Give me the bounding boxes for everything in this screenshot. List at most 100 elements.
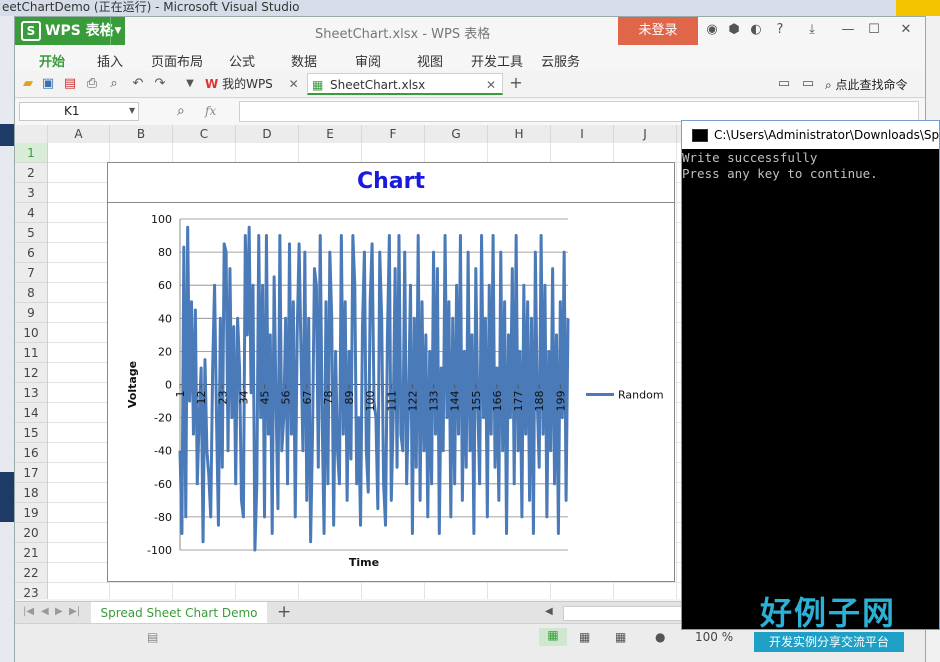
- save-icon[interactable]: ▣: [41, 77, 55, 91]
- row-header-cell[interactable]: 6: [15, 243, 47, 263]
- fx-icon[interactable]: fx: [205, 104, 216, 118]
- last-sheet-icon[interactable]: ▶|: [69, 606, 80, 617]
- page-layout-view-icon[interactable]: ▦: [579, 630, 590, 644]
- column-header-cell[interactable]: I: [551, 125, 614, 143]
- ribbon-menu: 开始 插入 页面布局 公式 数据 审阅 视图 开发工具 云服务: [15, 45, 925, 71]
- tab-sheetchart-label: SheetChart.xlsx: [330, 78, 426, 92]
- new-tab-plus-icon[interactable]: +: [509, 75, 523, 91]
- hexagon-icon[interactable]: ⬢: [727, 23, 741, 37]
- menu-developer[interactable]: 开发工具: [471, 51, 523, 70]
- menu-review[interactable]: 审阅: [355, 51, 381, 70]
- console-line: Press any key to continue.: [682, 166, 878, 181]
- tab-sheetchart[interactable]: ▦ SheetChart.xlsx ✕: [307, 73, 503, 95]
- select-all-corner[interactable]: [15, 125, 48, 143]
- row-header-cell[interactable]: 1: [15, 143, 47, 163]
- menu-page-layout[interactable]: 页面布局: [151, 51, 203, 70]
- next-sheet-icon[interactable]: ▶: [55, 606, 63, 617]
- row-header-cell[interactable]: 2: [15, 163, 47, 183]
- x-tick-label: 188: [533, 391, 546, 412]
- name-box-chevron-icon[interactable]: ▼: [129, 106, 135, 115]
- chart-frame[interactable]: -100 -80 -60 -40 -20 0 20 40 60 80 100 1 12 23 34 45 56 6…: [107, 162, 675, 582]
- skin-icon[interactable]: ◉: [705, 23, 719, 37]
- reading-mode-icon[interactable]: ●: [655, 630, 665, 644]
- zoom-search-icon[interactable]: ⌕: [177, 103, 185, 119]
- comment-icon[interactable]: ▭: [801, 77, 815, 91]
- print-preview-icon[interactable]: ⌕: [107, 77, 121, 91]
- page-break-view-icon[interactable]: ▦: [615, 630, 626, 644]
- column-header-cell[interactable]: D: [236, 125, 299, 143]
- vs-notification-corner[interactable]: [896, 0, 940, 16]
- row-header-cell[interactable]: 17: [15, 463, 47, 483]
- undo-icon[interactable]: ↶: [131, 77, 145, 91]
- row-header-cell[interactable]: 23: [15, 583, 47, 603]
- row-header-cell[interactable]: 9: [15, 303, 47, 323]
- close-icon[interactable]: ✕: [899, 23, 913, 37]
- customize-chevron-icon[interactable]: ▼: [183, 77, 197, 91]
- redo-icon[interactable]: ↷: [153, 77, 167, 91]
- formula-input[interactable]: [239, 101, 919, 122]
- column-header-cell[interactable]: A: [48, 125, 110, 143]
- row-header-cell[interactable]: 4: [15, 203, 47, 223]
- row-header-cell[interactable]: 15: [15, 423, 47, 443]
- tab-my-wps[interactable]: W 我的WPS ✕: [205, 73, 299, 95]
- column-header-cell[interactable]: J: [614, 125, 677, 143]
- column-header-cell[interactable]: B: [110, 125, 173, 143]
- help-icon[interactable]: ?: [773, 23, 787, 37]
- column-header-cell[interactable]: F: [362, 125, 425, 143]
- sheet-tab[interactable]: Spread Sheet Chart Demo: [91, 602, 267, 624]
- row-header-cell[interactable]: 10: [15, 323, 47, 343]
- row-header-cell[interactable]: 7: [15, 263, 47, 283]
- row-header-cell[interactable]: 11: [15, 343, 47, 363]
- menu-cloud[interactable]: 云服务: [541, 51, 580, 70]
- line-chart[interactable]: -100 -80 -60 -40 -20 0 20 40 60 80 100 1 12 23 34 45 56 6…: [108, 163, 674, 581]
- row-header-cell[interactable]: 8: [15, 283, 47, 303]
- column-header-cell[interactable]: E: [299, 125, 362, 143]
- zoom-level[interactable]: 100 %: [695, 630, 733, 644]
- row-header-cell[interactable]: 21: [15, 543, 47, 563]
- search-command[interactable]: ⌕ 点此查找命令: [825, 76, 908, 93]
- x-tick-label: 111: [385, 391, 398, 412]
- first-sheet-icon[interactable]: |◀: [23, 606, 34, 617]
- print-icon[interactable]: ⎙: [85, 77, 99, 91]
- menu-data[interactable]: 数据: [291, 51, 317, 70]
- row-header-cell[interactable]: 5: [15, 223, 47, 243]
- minimize-icon[interactable]: —: [841, 23, 855, 37]
- horizontal-scrollbar[interactable]: [563, 606, 687, 621]
- tab-my-wps-label: 我的WPS: [222, 77, 273, 91]
- close-tab-icon[interactable]: ✕: [289, 77, 299, 91]
- scroll-left-icon[interactable]: ◀: [545, 606, 553, 617]
- download-icon[interactable]: ⤓: [805, 23, 819, 37]
- normal-view-icon[interactable]: ▦: [539, 628, 567, 646]
- row-header-cell[interactable]: 16: [15, 443, 47, 463]
- menu-home[interactable]: 开始: [39, 51, 65, 70]
- row-header-cell[interactable]: 19: [15, 503, 47, 523]
- row-header-cell[interactable]: 3: [15, 183, 47, 203]
- console-window[interactable]: C:\Users\Administrator\Downloads\Spre Wr…: [681, 120, 940, 630]
- row-header-cell[interactable]: 14: [15, 403, 47, 423]
- row-header-cell[interactable]: 18: [15, 483, 47, 503]
- menu-insert[interactable]: 插入: [97, 51, 123, 70]
- feedback-icon[interactable]: ◐: [749, 23, 763, 37]
- row-header-cell[interactable]: 13: [15, 383, 47, 403]
- add-sheet-button[interactable]: +: [277, 602, 291, 622]
- close-tab-icon[interactable]: ✕: [486, 74, 496, 96]
- column-header-cell[interactable]: H: [488, 125, 551, 143]
- prev-sheet-icon[interactable]: ◀: [41, 606, 49, 617]
- menu-view[interactable]: 视图: [417, 51, 443, 70]
- maximize-icon[interactable]: ☐: [867, 23, 881, 37]
- name-box[interactable]: K1: [19, 102, 139, 121]
- row-header-cell[interactable]: 22: [15, 563, 47, 583]
- row-header-cell[interactable]: 12: [15, 363, 47, 383]
- column-header-cell[interactable]: C: [173, 125, 236, 143]
- chevron-down-icon[interactable]: ▼: [110, 17, 125, 45]
- login-button[interactable]: 未登录: [618, 17, 698, 45]
- menu-formula[interactable]: 公式: [229, 51, 255, 70]
- share-icon[interactable]: ▭: [777, 77, 791, 91]
- column-header-cell[interactable]: G: [425, 125, 488, 143]
- console-titlebar[interactable]: C:\Users\Administrator\Downloads\Spre: [682, 121, 939, 149]
- export-pdf-icon[interactable]: ▤: [63, 77, 77, 91]
- wps-app-button[interactable]: S WPS 表格 ▼: [15, 17, 125, 45]
- wps-s-icon: S: [21, 21, 41, 41]
- row-header-cell[interactable]: 20: [15, 523, 47, 543]
- open-folder-icon[interactable]: ▰: [21, 77, 35, 91]
